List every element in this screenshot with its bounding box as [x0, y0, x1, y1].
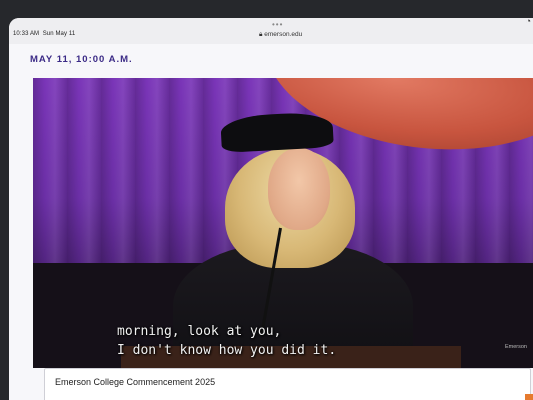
- orange-tab-marker: [525, 394, 533, 400]
- status-bar: 10:33 AM Sun May 11 ••• 🔒︎ emerson.edu ◔: [9, 18, 533, 44]
- url-text: emerson.edu: [264, 31, 303, 38]
- lock-icon: 🔒︎: [259, 31, 263, 38]
- video-watermark: Emerson: [504, 344, 527, 350]
- caption-line-2: I don't know how you did it.: [117, 343, 337, 358]
- video-title: Emerson College Commencement 2025: [55, 377, 216, 387]
- video-title-card[interactable]: Emerson College Commencement 2025: [44, 368, 531, 400]
- video-caption: morning, look at you, I don't know how y…: [117, 322, 336, 360]
- url-bar[interactable]: 🔒︎ emerson.edu: [259, 31, 302, 39]
- wifi-icon: ◔: [525, 18, 531, 26]
- caption-line-1: morning, look at you,: [117, 324, 282, 339]
- browser-screen: 10:33 AM Sun May 11 ••• 🔒︎ emerson.edu ◔…: [9, 18, 533, 400]
- video-player[interactable]: morning, look at you, I don't know how y…: [33, 78, 533, 368]
- speaker-face: [268, 148, 330, 230]
- multitask-dots-icon[interactable]: •••: [272, 20, 283, 29]
- status-time: 10:33 AM Sun May 11: [13, 31, 76, 37]
- web-page: MAY 11, 10:00 A.M. morning, look at you,…: [9, 44, 533, 400]
- event-dateline: MAY 11, 10:00 A.M.: [30, 54, 133, 65]
